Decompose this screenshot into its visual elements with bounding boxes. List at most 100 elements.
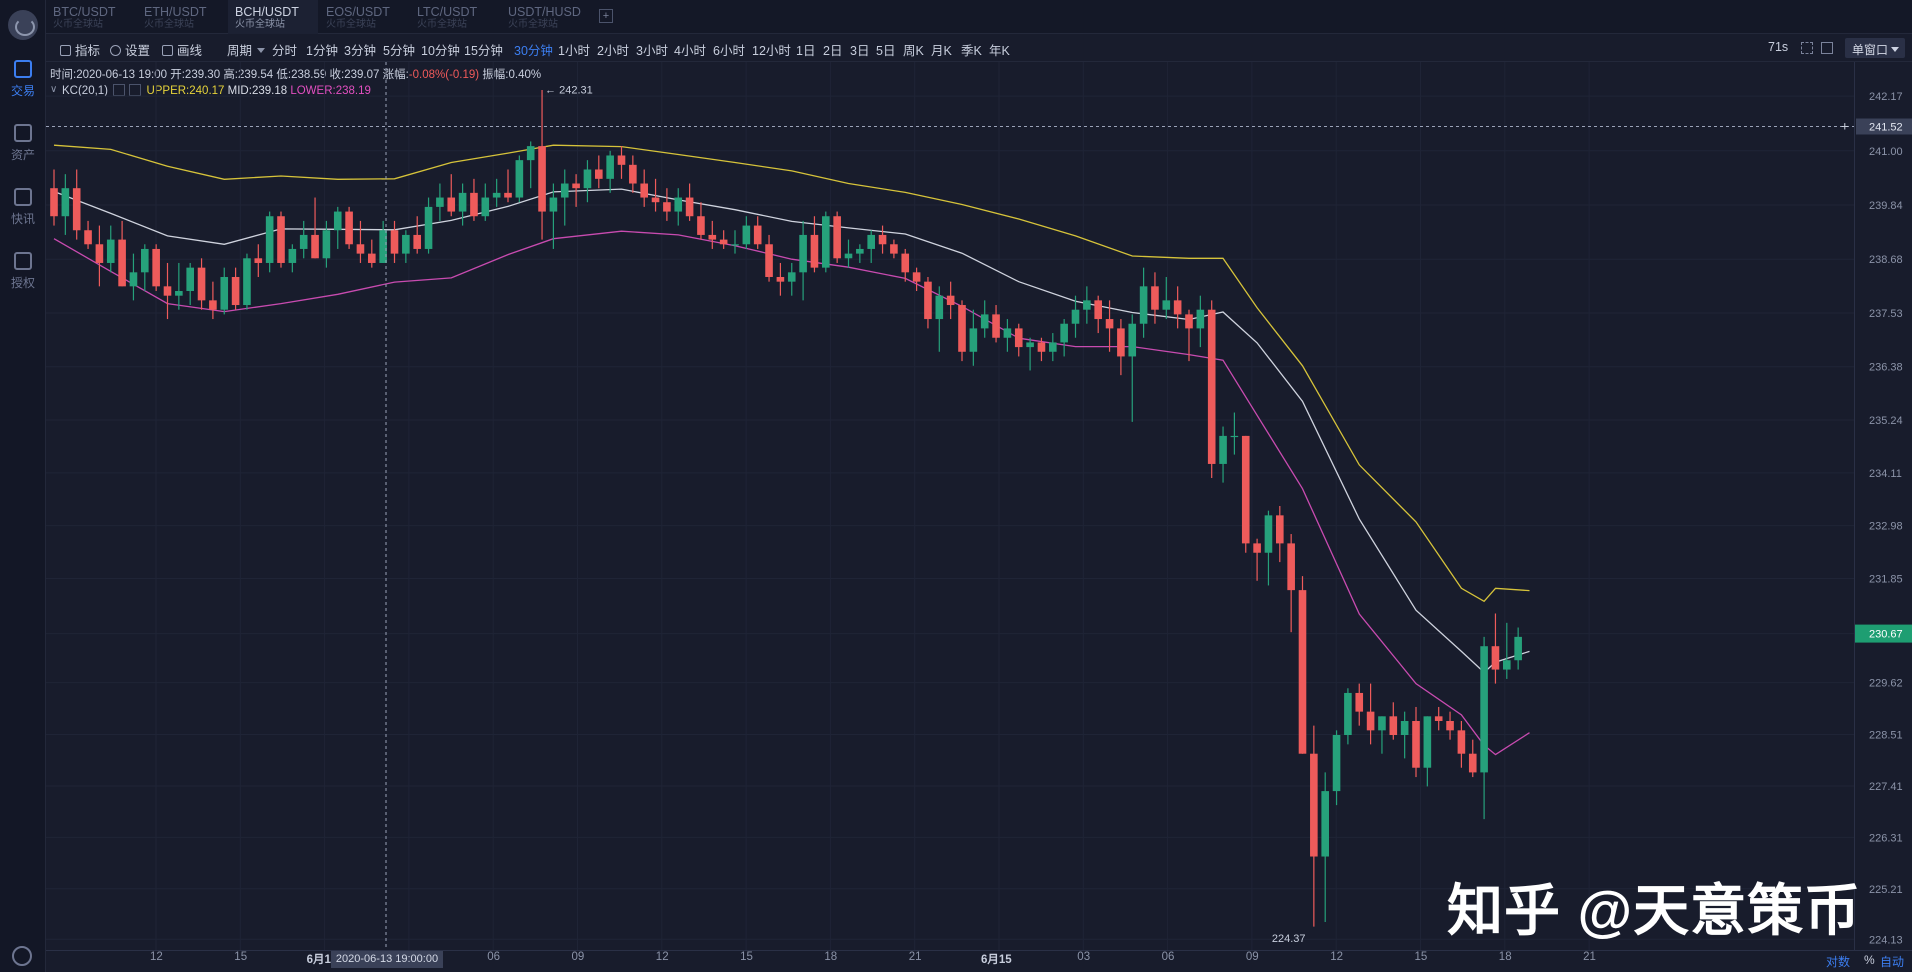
tab-ltc-usdt[interactable]: LTC/USDT 火币全球站 [410, 0, 500, 34]
max-price-label: ← 242.31 [545, 85, 593, 97]
fullscreen-icon[interactable] [1801, 42, 1813, 54]
candle-body [1060, 323, 1068, 343]
app-logo[interactable] [8, 10, 38, 40]
interval-item[interactable]: 1分钟 [306, 40, 338, 59]
candle-body [163, 286, 172, 296]
interval-item[interactable]: 30分钟 [514, 40, 553, 59]
wallet-icon [14, 124, 32, 142]
price-axis[interactable] [1854, 62, 1912, 952]
candle-body [1412, 720, 1420, 768]
candle-body [333, 211, 342, 231]
candle-body [1298, 590, 1307, 754]
candlestick-chart[interactable]: 242.17241.00239.84238.68237.53236.38235.… [46, 62, 1912, 950]
interval-item[interactable]: 15分钟 [464, 40, 503, 59]
tab-usdt-husd[interactable]: USDT/HUSD 火币全球站 [501, 0, 591, 34]
percent-scale-toggle[interactable]: % [1864, 953, 1875, 967]
candle-body [231, 276, 240, 306]
candle-body [1014, 328, 1023, 348]
interval-item[interactable]: 1日 [796, 40, 815, 59]
sidebar-item-assets[interactable]: 资产 [0, 124, 46, 172]
candle-body [1253, 543, 1261, 553]
candle-body [719, 239, 728, 245]
period-dropdown[interactable]: 周期 [227, 40, 266, 59]
interval-item[interactable]: 3小时 [636, 40, 668, 59]
candle-body [1083, 300, 1091, 310]
tab-bch-usdt[interactable]: BCH/USDT 火币全球站 [228, 0, 318, 34]
tab-eth-usdt[interactable]: ETH/USDT 火币全球站 [137, 0, 227, 34]
tab-btc-usdt[interactable]: BTC/USDT 火币全球站 [46, 0, 136, 34]
interval-item[interactable]: 1小时 [558, 40, 590, 59]
candle-body [175, 291, 183, 296]
interval-item[interactable]: 分时 [272, 40, 297, 59]
interval-item[interactable]: 周K [903, 40, 924, 59]
candle-body [674, 197, 683, 212]
candle-body [322, 230, 331, 259]
interval-item[interactable]: 5日 [876, 40, 895, 59]
indicator-button[interactable]: 指标 [60, 40, 100, 59]
window-mode-dropdown[interactable]: 单窗口 [1845, 38, 1905, 58]
candle-body [606, 155, 614, 179]
candle-body [1276, 515, 1284, 544]
candle-body [1264, 515, 1273, 553]
candle-body [1344, 692, 1352, 736]
candle-body [61, 188, 70, 217]
candle-body [413, 234, 421, 249]
auto-scale-toggle[interactable]: 自动 [1880, 953, 1904, 970]
trade-icon [14, 60, 32, 78]
candle-body [992, 314, 1000, 338]
interval-item[interactable]: 3分钟 [344, 40, 376, 59]
interval-item[interactable]: 4小时 [674, 40, 706, 59]
key-icon [14, 252, 32, 270]
candle-body [424, 206, 433, 249]
candle-body [265, 216, 274, 263]
market-tab-bar: BTC/USDT 火币全球站 ETH/USDT 火币全球站 BCH/USDT 火… [46, 0, 1912, 34]
candle-body [1491, 646, 1500, 670]
time-tick-label: 12 [1330, 951, 1343, 963]
candle-body [969, 328, 978, 352]
candle-body [1514, 636, 1522, 661]
settings-button[interactable]: 设置 [110, 40, 150, 59]
sidebar-item-trade[interactable]: 交易 [0, 60, 46, 108]
sidebar-item-news[interactable]: 快讯 [0, 188, 46, 236]
tab-eos-usdt[interactable]: EOS/USDT 火币全球站 [319, 0, 409, 34]
candle-body [1185, 314, 1193, 329]
log-scale-toggle[interactable]: 对数 [1826, 953, 1850, 970]
candle-body [209, 300, 217, 310]
interval-item[interactable]: 3日 [850, 40, 869, 59]
sidebar-item-label: 快讯 [10, 212, 35, 226]
sidebar-item-authorize[interactable]: 授权 [0, 252, 46, 300]
crosshair-time-label: 2020-06-13 19:00:00 [331, 951, 443, 968]
tab-exchange: 火币全球站 [326, 19, 376, 30]
candle-body [595, 169, 603, 179]
candle-body [299, 234, 308, 249]
interval-item[interactable]: 12小时 [752, 40, 791, 59]
candle-body [152, 248, 160, 287]
interval-item[interactable]: 2日 [823, 40, 842, 59]
candle-body [1241, 435, 1250, 544]
interval-item[interactable]: 月K [931, 40, 952, 59]
candle-body [742, 225, 751, 245]
interval-item[interactable]: 季K [961, 40, 982, 59]
caret-down-icon [257, 48, 266, 53]
interval-item[interactable]: 6小时 [713, 40, 745, 59]
interval-item[interactable]: 2小时 [597, 40, 629, 59]
candle-body [84, 230, 92, 245]
candle-body [95, 244, 104, 263]
candle-body [697, 216, 705, 235]
settings-gear-icon[interactable] [12, 946, 32, 966]
candle-body [447, 197, 456, 212]
time-tick-label: 15 [740, 951, 753, 963]
candle-body [515, 160, 524, 198]
interval-item[interactable]: 5分钟 [383, 40, 415, 59]
interval-item[interactable]: 10分钟 [421, 40, 460, 59]
period-label: 周期 [227, 44, 253, 58]
interval-item[interactable]: 年K [989, 40, 1010, 59]
candle-body [1503, 660, 1511, 670]
candle-body [583, 169, 592, 189]
popout-icon[interactable] [1821, 42, 1833, 54]
candle-body [1128, 323, 1137, 357]
tab-name: USDT/HUSD [508, 5, 581, 19]
draw-line-button[interactable]: 画线 [162, 40, 202, 59]
candle-body [1037, 342, 1046, 352]
add-tab-button[interactable]: + [599, 9, 613, 23]
